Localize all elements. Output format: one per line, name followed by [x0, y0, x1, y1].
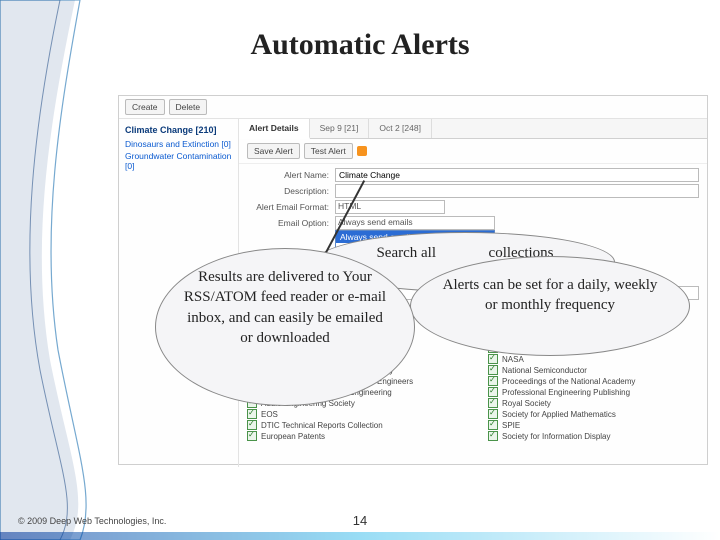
collection-label: NASA [502, 355, 524, 364]
collection-label: Society for Information Display [502, 432, 611, 441]
sidebar-item[interactable]: Groundwater Contamination [0] [125, 151, 232, 171]
rss-icon[interactable] [357, 146, 367, 156]
collection-item[interactable]: Society for Applied Mathematics [488, 409, 699, 419]
bottom-accent [0, 532, 720, 540]
checkbox-icon[interactable] [488, 365, 498, 375]
collection-item[interactable]: DTIC Technical Reports Collection [247, 420, 458, 430]
email-option-label: Email Option: [247, 218, 329, 228]
checkbox-icon[interactable] [247, 431, 257, 441]
test-alert-button[interactable]: Test Alert [304, 143, 353, 159]
collection-label: Proceedings of the National Academy [502, 377, 635, 386]
collection-label: Professional Engineering Publishing [502, 388, 630, 397]
collection-item[interactable]: Society for Information Display [488, 431, 699, 441]
checkbox-icon[interactable] [488, 354, 498, 364]
create-button[interactable]: Create [125, 99, 165, 115]
background-swoosh [0, 0, 120, 540]
checkbox-icon[interactable] [247, 420, 257, 430]
collection-label: European Patents [261, 432, 325, 441]
checkbox-icon[interactable] [488, 420, 498, 430]
tab-actions: Save Alert Test Alert [239, 139, 707, 164]
collection-item[interactable]: Proceedings of the National Academy [488, 376, 699, 386]
checkbox-icon[interactable] [247, 409, 257, 419]
collection-label: SPIE [502, 421, 520, 430]
email-option-select[interactable]: Always send emails [335, 216, 495, 230]
collection-item[interactable]: Professional Engineering Publishing [488, 387, 699, 397]
collection-label: EOS [261, 410, 278, 419]
checkbox-icon[interactable] [488, 431, 498, 441]
collection-label: DTIC Technical Reports Collection [261, 421, 383, 430]
checkbox-icon[interactable] [488, 387, 498, 397]
collection-label: Royal Society [502, 399, 551, 408]
collection-item[interactable]: Royal Society [488, 398, 699, 408]
alert-name-label: Alert Name: [247, 170, 329, 180]
page-title: Automatic Alerts [0, 28, 720, 62]
page-number: 14 [0, 513, 720, 528]
collection-item[interactable]: EOS [247, 409, 458, 419]
collection-item[interactable]: European Patents [247, 431, 458, 441]
sidebar-heading[interactable]: Climate Change [210] [125, 125, 232, 135]
tab-strip: Alert Details Sep 9 [21] Oct 2 [248] [239, 119, 707, 139]
checkbox-icon[interactable] [488, 398, 498, 408]
collection-label: National Semiconductor [502, 366, 587, 375]
collection-item[interactable]: NASA [488, 354, 699, 364]
email-format-label: Alert Email Format: [247, 202, 329, 212]
collection-label: Society for Applied Mathematics [502, 410, 616, 419]
checkbox-icon[interactable] [488, 376, 498, 386]
tab-run-1[interactable]: Sep 9 [21] [310, 119, 370, 138]
description-input[interactable] [335, 184, 699, 198]
collection-item[interactable]: SPIE [488, 420, 699, 430]
delete-button[interactable]: Delete [169, 99, 208, 115]
sidebar-item[interactable]: Dinosaurs and Extinction [0] [125, 139, 232, 149]
tab-alert-details[interactable]: Alert Details [239, 119, 310, 139]
callout-frequency: Alerts can be set for a daily, weekly or… [410, 256, 690, 356]
app-toolbar: Create Delete [119, 96, 707, 119]
tab-run-2[interactable]: Oct 2 [248] [369, 119, 432, 138]
callout-delivery: Results are delivered to Your RSS/ATOM f… [155, 248, 415, 406]
save-alert-button[interactable]: Save Alert [247, 143, 300, 159]
description-label: Description: [247, 186, 329, 196]
alert-name-input[interactable] [335, 168, 699, 182]
collection-item[interactable]: National Semiconductor [488, 365, 699, 375]
checkbox-icon[interactable] [488, 409, 498, 419]
